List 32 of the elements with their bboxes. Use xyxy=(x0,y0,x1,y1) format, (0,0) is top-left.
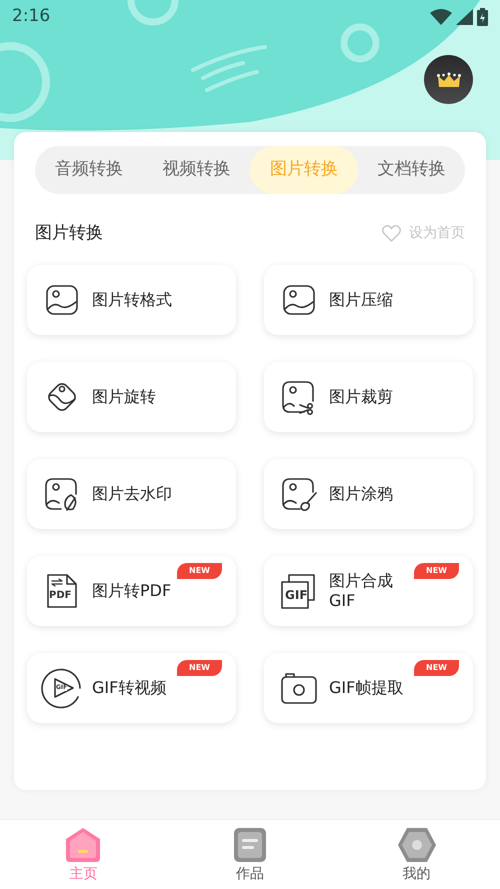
tool-label: GIF帧提取 xyxy=(329,678,404,698)
tool-card[interactable]: PDF 图片转PDF NEW xyxy=(27,556,236,626)
tool-label: 图片旋转 xyxy=(92,386,156,406)
new-badge: NEW xyxy=(414,660,459,676)
icon-text: GIF xyxy=(285,588,308,600)
tab[interactable]: 音频转换 xyxy=(35,146,142,194)
tool-card[interactable]: GIF帧提取 NEW xyxy=(264,652,473,722)
tool-label: 图片压缩 xyxy=(329,290,393,310)
status-time: 2:16 xyxy=(12,5,50,28)
icon-text: PDF xyxy=(49,590,72,600)
tool-label: 图片转PDF xyxy=(92,580,172,600)
tool-label: 图片裁剪 xyxy=(329,386,393,406)
tab[interactable]: 文档转换 xyxy=(358,146,465,194)
nav-tab[interactable]: 作品 xyxy=(166,820,334,889)
tool-label: 图片涂鸦 xyxy=(329,484,393,504)
tool-card[interactable]: 图片转格式 xyxy=(27,264,236,334)
tool-card[interactable]: 图片裁剪 xyxy=(264,362,473,432)
new-badge: NEW xyxy=(414,562,459,578)
tool-card[interactable]: 图片涂鸦 xyxy=(264,458,473,528)
new-badge: NEW xyxy=(177,660,222,676)
tool-card[interactable]: 图片压缩 xyxy=(264,264,473,334)
nav-tab[interactable]: 我的 xyxy=(333,820,500,889)
new-badge: NEW xyxy=(177,562,222,578)
tab[interactable]: 视频转换 xyxy=(142,146,250,194)
tool-label: 图片合成GIF xyxy=(329,570,394,610)
section-title: 图片转换 xyxy=(35,222,103,245)
tool-label: 图片转格式 xyxy=(92,290,172,310)
tool-card[interactable]: 图片去水印 xyxy=(27,458,236,528)
tool-card[interactable]: GIF 图片合成GIF NEW xyxy=(264,556,473,626)
tool-card[interactable]: 图片旋转 xyxy=(27,362,236,432)
tool-label: GIF转视频 xyxy=(92,678,166,698)
tool-label: 图片去水印 xyxy=(92,484,172,504)
